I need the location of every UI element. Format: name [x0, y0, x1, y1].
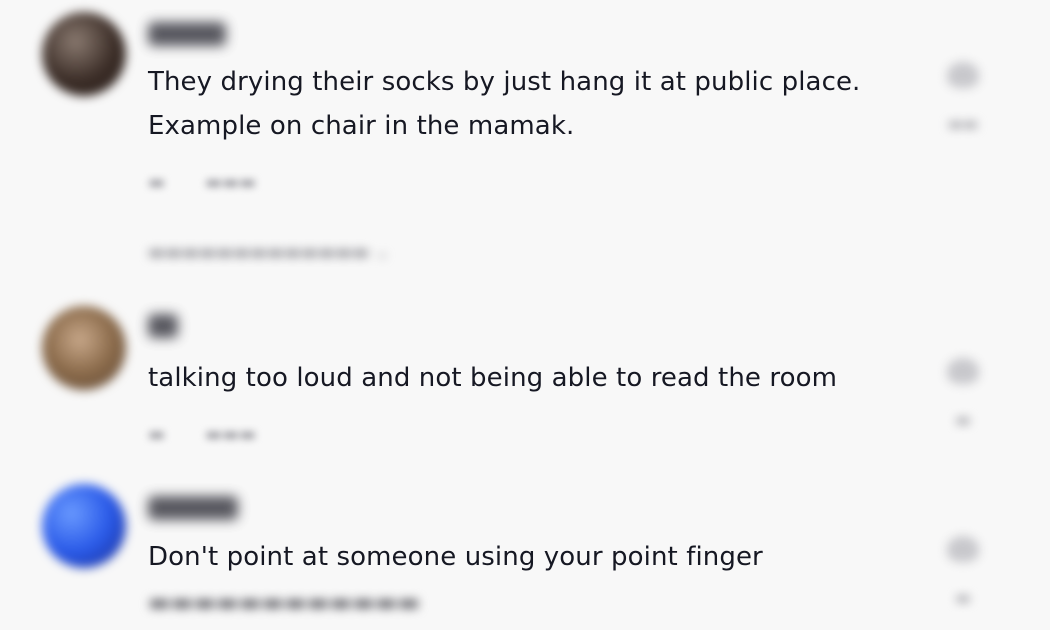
- comment-list: They drying their socks by just hang it …: [0, 0, 1050, 630]
- like-button[interactable]: ▬: [938, 536, 988, 607]
- like-button[interactable]: ▬: [938, 358, 988, 429]
- username[interactable]: [148, 496, 238, 520]
- comment-item: They drying their socks by just hang it …: [0, 0, 1050, 290]
- avatar[interactable]: [42, 12, 126, 96]
- avatar[interactable]: [42, 484, 126, 568]
- comment-item: Don't point at someone using your point …: [0, 460, 1050, 630]
- timestamp: ▬: [148, 171, 166, 193]
- comment-text-blurred: ▬▬▬▬▬▬▬▬▬▬▬▬: [148, 588, 421, 616]
- heart-icon[interactable]: [947, 358, 979, 384]
- comment-meta: ▬ ▬▬▬: [148, 423, 256, 445]
- comment-meta: ▬ ▬▬▬: [148, 171, 256, 193]
- username[interactable]: [148, 314, 178, 338]
- heart-icon[interactable]: [947, 536, 979, 562]
- comment-text: Don't point at someone using your point …: [148, 535, 928, 579]
- like-count: ▬: [955, 410, 971, 429]
- avatar[interactable]: [42, 306, 126, 390]
- comment-text-line: Don't point at someone using your point …: [148, 542, 763, 572]
- comment-item: talking too loud and not being able to r…: [0, 290, 1050, 460]
- comment-text-line: Example on chair in the mamak.: [148, 111, 575, 141]
- like-button[interactable]: ▬▬: [938, 62, 988, 133]
- like-count: ▬▬: [947, 114, 979, 133]
- reply-button[interactable]: ▬▬▬: [205, 424, 256, 445]
- reply-button[interactable]: ▬▬▬: [205, 172, 256, 193]
- comment-text-line: talking too loud and not being able to r…: [148, 363, 838, 393]
- view-replies-button[interactable]: ▬▬▬▬▬▬▬▬▬▬▬▬▬ ⌄: [148, 242, 390, 263]
- comment-text: They drying their socks by just hang it …: [148, 60, 928, 148]
- like-count: ▬: [955, 588, 971, 607]
- username[interactable]: [148, 22, 226, 46]
- heart-icon[interactable]: [947, 62, 979, 88]
- comment-text: talking too loud and not being able to r…: [148, 356, 928, 400]
- comment-text-line: They drying their socks by just hang it …: [148, 67, 861, 97]
- timestamp: ▬: [148, 423, 166, 445]
